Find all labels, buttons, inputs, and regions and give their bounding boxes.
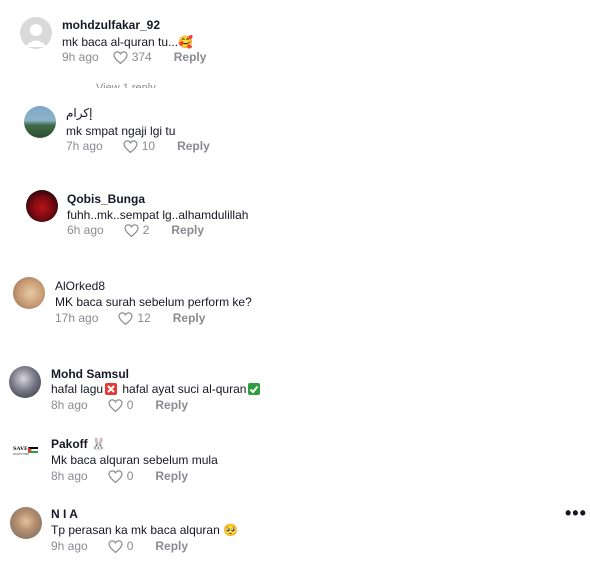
like-button[interactable]: 0 [108,398,134,412]
avatar[interactable] [9,366,41,398]
comment-text-part: hafal ayat suci al-quran [119,382,247,396]
view-replies-link[interactable]: View 1 reply [96,82,156,88]
default-avatar-icon [25,24,47,47]
comment-text-content: mk baca al-quran tu... [62,35,179,49]
comment-text: hafal lagu hafal ayat suci al-quran [51,382,262,396]
like-count: 374 [131,50,152,64]
like-count: 2 [142,223,150,237]
comment-text: Tp perasan ka mk baca alquran 🥺 [51,523,238,537]
like-button[interactable]: 10 [123,139,155,153]
like-count: 10 [141,139,156,153]
like-button[interactable]: 374 [113,50,152,64]
reply-button[interactable]: Reply [155,539,188,553]
comment-meta: 8h ago 0 Reply [51,469,188,483]
comment-username[interactable]: إكرام [66,106,92,120]
avatar[interactable] [13,277,45,309]
check-mark-icon [248,383,261,395]
comment-meta: 9h ago 0 Reply [51,539,188,553]
comment-text: Mk baca alquran sebelum mula [51,453,218,467]
heart-outline-icon [108,398,123,412]
like-count: 0 [126,469,134,483]
avatar[interactable] [26,190,58,222]
like-count: 0 [126,539,134,553]
comment-meta: 9h ago 374 Reply [62,50,206,64]
comment-time: 9h ago [51,539,88,553]
comment-text-part: hafal lagu [51,382,104,396]
username-text: Pakoff [51,437,88,451]
heart-outline-icon [123,139,138,153]
reply-button[interactable]: Reply [174,50,207,64]
comment-text: mk baca al-quran tu...🥰 [62,35,193,49]
heart-outline-icon [108,469,123,483]
reply-button[interactable]: Reply [173,311,206,325]
heart-outline-icon [124,223,139,237]
heart-outline-icon [108,539,123,553]
like-button[interactable]: 12 [118,311,151,325]
username-emoji: 🐰 [91,437,106,451]
like-count: 12 [137,311,151,325]
comment-time: 8h ago [51,469,88,483]
avatar[interactable]: SAVE PALESTINE [10,436,42,468]
cross-mark-icon [105,383,118,395]
avatar-text-bottom: PALESTINE [13,452,29,456]
comment-username[interactable]: Mohd Samsul [51,367,129,381]
comment-username[interactable]: mohdzulfakar_92 [62,18,160,32]
more-horizontal-icon[interactable]: ••• [565,503,587,524]
like-button[interactable]: 0 [108,539,134,553]
comment-text-content: Tp perasan ka mk baca alquran [51,523,220,537]
comment-meta: 8h ago 0 Reply [51,398,188,412]
avatar-flag: SAVE PALESTINE [13,447,39,457]
comment-meta: 17h ago 12 Reply [55,311,205,325]
comment-time: 8h ago [51,398,88,412]
emoji: 🥺 [223,523,239,537]
reply-button[interactable]: Reply [177,139,210,153]
comment-text: MK baca surah sebelum perform ke? [55,295,252,309]
heart-outline-icon [113,50,128,64]
comment-username[interactable]: Qobis_Bunga [67,192,145,206]
reply-button[interactable]: Reply [171,223,204,237]
comment-time: 9h ago [62,50,99,64]
comment-text: mk smpat ngaji lgi tu [66,124,176,138]
comment-username[interactable]: Pakoff 🐰 [51,437,106,451]
comment-text: fuhh..mk..sempat lg..alhamdulillah [67,208,249,222]
avatar[interactable] [20,17,52,49]
emoji: 🥰 [178,35,194,49]
comment-username[interactable]: N I A [51,507,78,521]
avatar[interactable] [24,106,56,138]
heart-outline-icon [118,311,134,325]
comment-meta: 6h ago 2 Reply [67,223,204,237]
avatar[interactable] [10,507,42,539]
like-button[interactable]: 2 [124,223,150,237]
comment-time: 7h ago [66,139,103,153]
like-count: 0 [126,398,134,412]
comment-meta: 7h ago 10 Reply [66,139,210,153]
reply-button[interactable]: Reply [155,398,188,412]
comment-time: 17h ago [55,311,99,325]
comment-username[interactable]: AlOrked8 [55,279,105,293]
comment-time: 6h ago [67,223,104,237]
reply-button[interactable]: Reply [155,469,188,483]
like-button[interactable]: 0 [108,469,134,483]
